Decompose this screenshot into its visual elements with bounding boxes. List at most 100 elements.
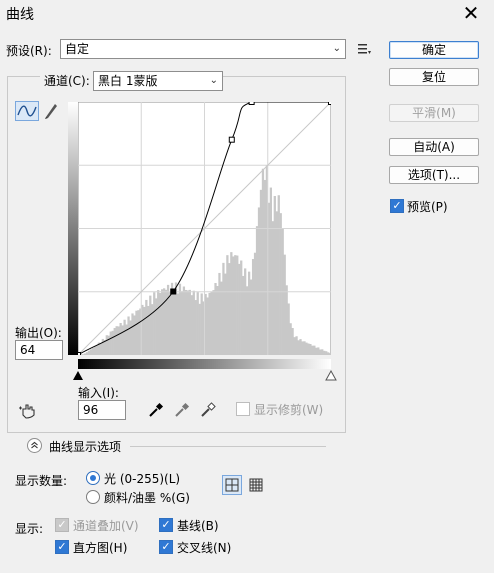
show-label: 显示: [15, 522, 44, 536]
curve-tool-icon[interactable] [15, 101, 39, 121]
histogram-bar [283, 254, 286, 355]
histogram-bar [303, 341, 306, 355]
histogram-bar [220, 281, 223, 355]
curve-point [228, 136, 235, 143]
white-point-slider[interactable] [325, 369, 337, 382]
histogram-bar [188, 289, 191, 355]
smooth-button[interactable]: 平滑(M) [389, 104, 479, 122]
baseline-checkbox[interactable]: ✓ [159, 518, 173, 532]
histogram-bar [244, 268, 247, 355]
histogram-bar [291, 327, 294, 355]
intersection-checkbox[interactable]: ✓ [159, 540, 173, 554]
preset-label: 预设(R): [6, 44, 52, 58]
histogram-bar [323, 350, 326, 355]
gray-eyedropper-icon[interactable] [173, 401, 191, 419]
channel-overlays-label: 通道叠加(V) [73, 519, 139, 533]
histogram-bar [246, 286, 249, 355]
histogram-bar [228, 263, 231, 355]
separator [130, 446, 326, 447]
histogram-bar [131, 313, 134, 355]
histogram-bar [149, 295, 152, 355]
histogram-bar [301, 341, 304, 355]
ok-button[interactable]: 确定 [389, 41, 479, 59]
histogram-bar [184, 289, 188, 355]
chevron-down-icon: ⌄ [209, 75, 218, 86]
close-icon[interactable]: ✕ [460, 2, 482, 24]
histogram-bar [232, 256, 235, 355]
histogram-bar [295, 336, 298, 355]
histogram-bar [313, 345, 316, 355]
white-eyedropper-icon[interactable] [199, 401, 217, 419]
histogram-bar [275, 211, 278, 355]
histogram-bar [113, 327, 116, 355]
curve-graph[interactable] [75, 99, 334, 358]
histogram-bar [305, 342, 308, 355]
histogram-bar [297, 340, 300, 355]
window-title: 曲线 [6, 7, 34, 23]
histogram-bar [261, 168, 265, 355]
histogram-bar [230, 252, 233, 355]
histogram-bar [206, 297, 209, 355]
histogram-bar [307, 343, 310, 355]
histogram-bar [151, 304, 154, 355]
histogram-bar [287, 303, 290, 355]
histogram-bar [293, 337, 296, 355]
pigment-radio[interactable] [86, 490, 100, 504]
histogram-bar [236, 255, 239, 355]
options-button[interactable]: 选项(T)... [389, 166, 479, 184]
histogram-bar [222, 262, 225, 355]
channel-overlays-checkbox[interactable]: ✓ [55, 518, 69, 532]
simple-grid-icon[interactable] [222, 475, 242, 495]
channel-label: 通道(C): [40, 72, 94, 89]
histogram-bar [85, 352, 89, 355]
histogram-bar [159, 292, 162, 355]
light-radio-label: 光 (0-255)(L) [104, 472, 181, 486]
histogram-bar [145, 299, 148, 355]
black-eyedropper-icon[interactable] [147, 401, 165, 419]
show-clipping-checkbox[interactable] [236, 402, 250, 416]
preset-dropdown[interactable]: 自定 ⌄ [60, 39, 346, 59]
histogram-bar [119, 322, 122, 355]
histogram-bar [194, 300, 197, 355]
histogram-bar [212, 290, 215, 355]
histogram-bar [115, 326, 118, 355]
histogram-bar [317, 347, 320, 355]
preview-checkbox[interactable]: ✓ [390, 199, 404, 213]
preset-options-icon[interactable] [356, 41, 372, 57]
detailed-grid-icon[interactable] [246, 475, 266, 495]
target-adjust-hand-icon[interactable] [18, 400, 40, 420]
histogram-bar [192, 290, 195, 355]
histogram-bar [200, 293, 203, 355]
pigment-radio-label: 颜料/油墨 %(G) [104, 491, 190, 505]
histogram-bar [269, 187, 273, 355]
collapse-icon[interactable] [27, 438, 42, 453]
histogram-bar [325, 351, 328, 355]
output-input[interactable]: 64 [15, 340, 63, 360]
auto-button[interactable]: 自动(A) [389, 138, 479, 156]
curve-display-options-label: 曲线显示选项 [49, 440, 122, 454]
histogram-bar [257, 207, 261, 355]
histogram-bar [309, 344, 312, 355]
histogram-bar [166, 284, 170, 355]
reset-button[interactable]: 复位 [389, 68, 479, 86]
histogram-bar [271, 221, 274, 355]
histogram-bar [157, 290, 160, 355]
histogram-bar [95, 345, 99, 355]
histogram-bar [133, 315, 136, 355]
input-input[interactable]: 96 [78, 400, 126, 420]
histogram-bar [121, 325, 124, 355]
histogram-bar [263, 179, 267, 355]
histogram-checkbox[interactable]: ✓ [55, 540, 69, 554]
histogram-bar [234, 255, 237, 355]
curve-point [248, 99, 255, 105]
histogram-bar [198, 303, 201, 355]
histogram-bar [109, 331, 112, 355]
output-label: 输出(O): [15, 326, 62, 340]
channel-dropdown[interactable]: 黑白 1蒙版 ⌄ [93, 71, 223, 91]
histogram-bar [190, 295, 193, 355]
histogram-bar [285, 285, 288, 355]
light-radio[interactable] [86, 471, 100, 485]
black-point-slider[interactable] [72, 370, 84, 382]
pencil-icon[interactable] [42, 101, 60, 121]
histogram-bar [143, 306, 146, 355]
